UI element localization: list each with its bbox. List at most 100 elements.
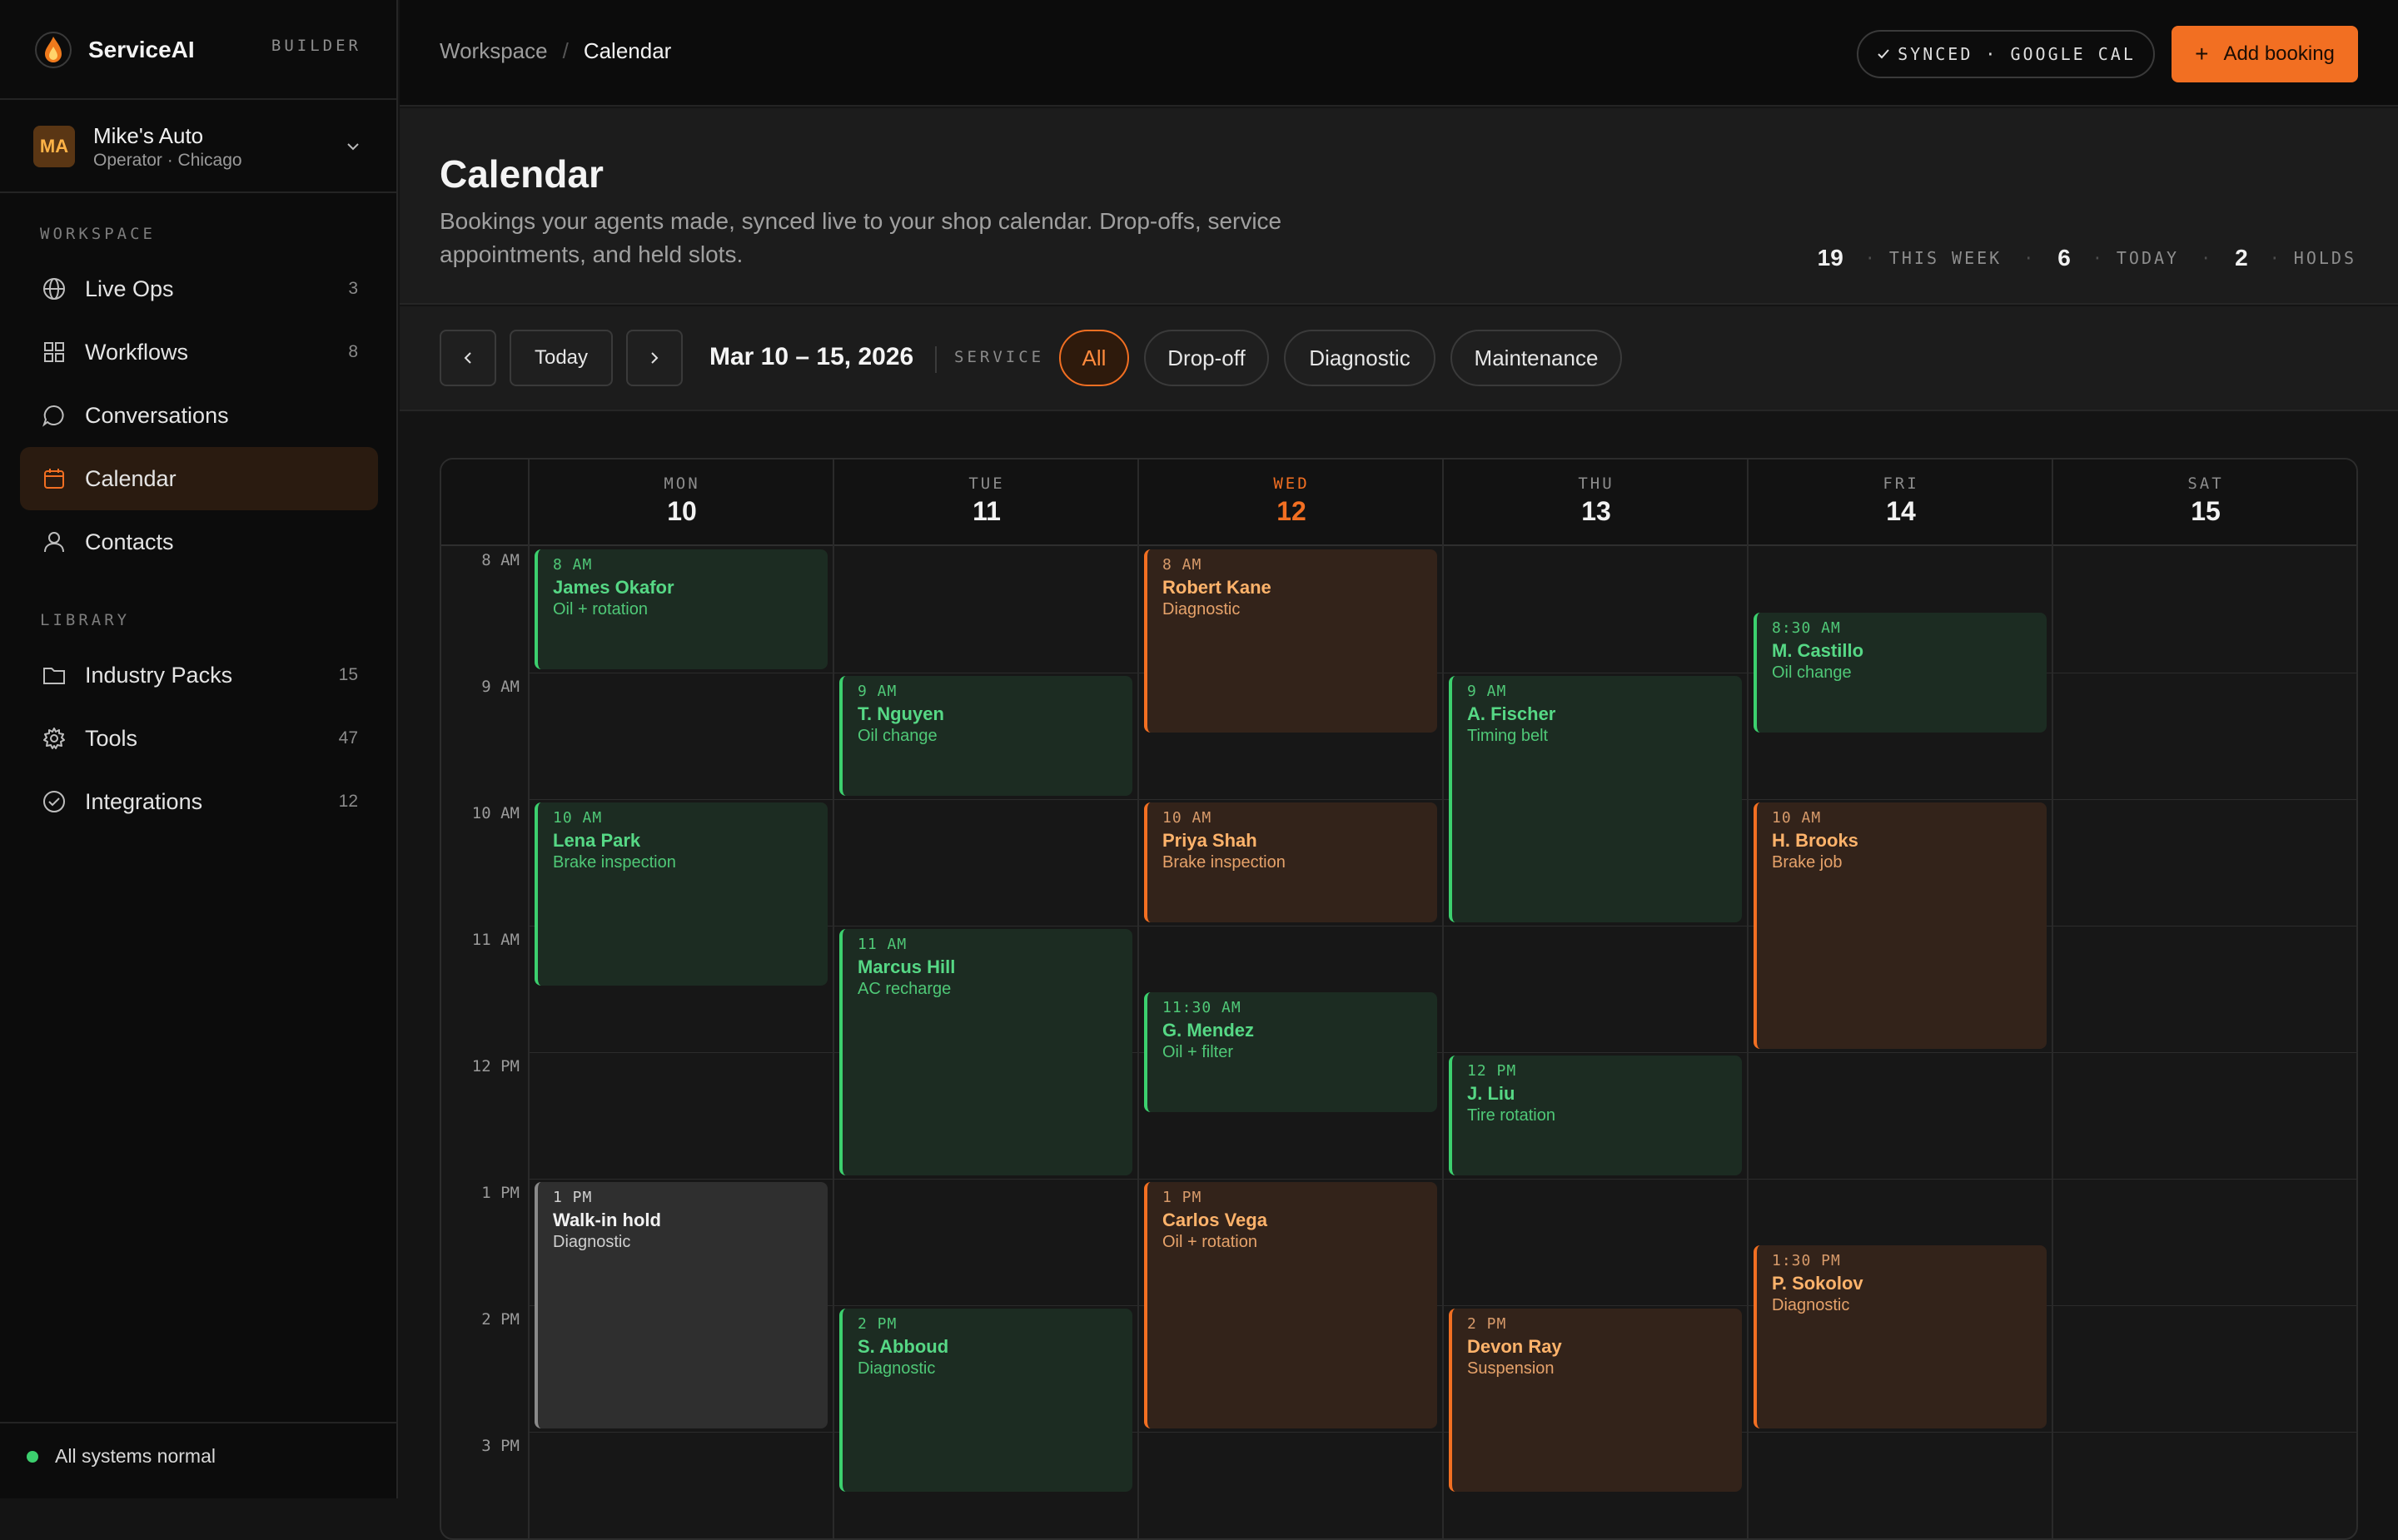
booking-card[interactable]: 12 PM J. Liu Tire rotation bbox=[1449, 1056, 1742, 1175]
booking-customer: H. Brooks bbox=[1772, 830, 1858, 851]
booking-card[interactable]: 9 AM A. Fischer Timing belt bbox=[1449, 676, 1742, 922]
day-column-divider bbox=[1137, 460, 1139, 1538]
org-switcher[interactable]: MA Mike's Auto Operator · Chicago bbox=[33, 122, 365, 170]
booking-service: Oil change bbox=[858, 727, 938, 745]
day-column-divider bbox=[833, 460, 834, 1538]
booking-customer: Devon Ray bbox=[1467, 1336, 1562, 1357]
booking-customer: M. Castillo bbox=[1772, 640, 1864, 661]
day-abbr: TUE bbox=[968, 474, 1005, 493]
booking-card[interactable]: 11:30 AM G. Mendez Oil + filter bbox=[1144, 992, 1437, 1112]
booking-customer: Carlos Vega bbox=[1162, 1210, 1267, 1230]
day-header-wed[interactable]: WED 12 bbox=[1139, 460, 1444, 546]
booking-card[interactable]: 8 AM James Okafor Oil + rotation bbox=[535, 549, 828, 669]
add-booking-button[interactable]: + Add booking bbox=[2172, 26, 2358, 82]
booking-time: 9 AM bbox=[858, 683, 898, 700]
sidebar-item-count: 8 bbox=[348, 342, 358, 361]
booking-card[interactable]: 1 PM Walk-in hold Diagnostic bbox=[535, 1182, 828, 1428]
booking-time: 10 AM bbox=[553, 809, 603, 827]
org-subtitle: Operator · Chicago bbox=[93, 150, 242, 170]
prev-week-button[interactable] bbox=[440, 330, 496, 386]
booking-card[interactable]: 8:30 AM M. Castillo Oil change bbox=[1754, 613, 2047, 733]
sidebar-item-label: Conversations bbox=[85, 402, 229, 428]
booking-customer: Priya Shah bbox=[1162, 830, 1257, 851]
sidebar-item-count: 47 bbox=[338, 728, 358, 748]
sidebar-item-live-ops[interactable]: Live Ops 3 bbox=[20, 257, 378, 320]
calendar-icon bbox=[40, 464, 68, 493]
section-label-workspace: WORKSPACE bbox=[40, 225, 156, 243]
org-name: Mike's Auto bbox=[93, 122, 204, 148]
filter-all[interactable]: All bbox=[1059, 330, 1129, 386]
sidebar-item-integrations[interactable]: Integrations 12 bbox=[20, 770, 378, 833]
booking-card[interactable]: 1 PM Carlos Vega Oil + rotation bbox=[1144, 1182, 1437, 1428]
today-button[interactable]: Today bbox=[510, 330, 613, 386]
stat-holds-label: HOLDS bbox=[2293, 248, 2356, 268]
day-number: 15 bbox=[2191, 496, 2221, 526]
booking-card[interactable]: 9 AM T. Nguyen Oil change bbox=[839, 676, 1132, 796]
divider bbox=[935, 346, 937, 373]
day-number: 14 bbox=[1886, 496, 1916, 526]
next-week-button[interactable] bbox=[626, 330, 683, 386]
sidebar-item-count: 3 bbox=[348, 279, 358, 298]
booking-time: 9 AM bbox=[1467, 683, 1507, 700]
booking-service: Brake inspection bbox=[1162, 853, 1286, 872]
divider bbox=[0, 191, 396, 193]
day-header-fri[interactable]: FRI 14 bbox=[1749, 460, 2053, 546]
day-header-thu[interactable]: THU 13 bbox=[1444, 460, 1749, 546]
sidebar-item-label: Calendar bbox=[85, 465, 177, 491]
hour-label: 9 AM bbox=[481, 678, 520, 696]
booking-service: Oil + rotation bbox=[1162, 1233, 1257, 1251]
breadcrumb-workspace[interactable]: Workspace bbox=[440, 38, 548, 64]
filter-maintenance[interactable]: Maintenance bbox=[1450, 330, 1622, 386]
booking-card[interactable]: 2 PM Devon Ray Suspension bbox=[1449, 1309, 1742, 1492]
add-booking-label: Add booking bbox=[2223, 42, 2335, 65]
sidebar-item-calendar[interactable]: Calendar bbox=[20, 447, 378, 510]
day-header-sat[interactable]: SAT 15 bbox=[2053, 460, 2356, 546]
sidebar-item-workflows[interactable]: Workflows 8 bbox=[20, 320, 378, 384]
booking-card[interactable]: 10 AM Lena Park Brake inspection bbox=[535, 802, 828, 986]
stat-today-value: 6 bbox=[2057, 245, 2071, 271]
booking-card[interactable]: 1:30 PM P. Sokolov Diagnostic bbox=[1754, 1245, 2047, 1428]
booking-service: Suspension bbox=[1467, 1359, 1555, 1378]
sidebar: ServiceAI BUILDER MA Mike's Auto Operato… bbox=[0, 0, 398, 1498]
day-abbr: FRI bbox=[1883, 474, 1919, 493]
booking-customer: P. Sokolov bbox=[1772, 1273, 1863, 1294]
builder-badge: BUILDER bbox=[271, 37, 361, 55]
booking-time: 1 PM bbox=[553, 1189, 593, 1206]
booking-card[interactable]: 8 AM Robert Kane Diagnostic bbox=[1144, 549, 1437, 733]
stat-today-label: TODAY bbox=[2116, 248, 2180, 268]
filter-diagnostic[interactable]: Diagnostic bbox=[1284, 330, 1435, 386]
flame-logo-icon bbox=[35, 32, 72, 68]
day-number: 12 bbox=[1276, 496, 1306, 526]
sidebar-item-contacts[interactable]: Contacts bbox=[20, 510, 378, 574]
day-header-tue[interactable]: TUE 11 bbox=[834, 460, 1139, 546]
brand[interactable]: ServiceAI bbox=[33, 28, 195, 72]
booking-time: 11 AM bbox=[858, 936, 908, 953]
date-range: Mar 10 – 15, 2026 bbox=[709, 343, 914, 370]
breadcrumb: Workspace / Calendar bbox=[440, 38, 671, 64]
booking-card[interactable]: 10 AM Priya Shah Brake inspection bbox=[1144, 802, 1437, 922]
booking-customer: Marcus Hill bbox=[858, 956, 956, 977]
booking-customer: James Okafor bbox=[553, 577, 674, 598]
sidebar-item-tools[interactable]: Tools 47 bbox=[20, 707, 378, 770]
sidebar-item-conversations[interactable]: Conversations bbox=[20, 384, 378, 447]
day-header-mon[interactable]: MON 10 bbox=[530, 460, 834, 546]
hour-gridline bbox=[530, 1052, 2356, 1053]
booking-time: 1 PM bbox=[1162, 1189, 1202, 1206]
booking-card[interactable]: 10 AM H. Brooks Brake job bbox=[1754, 802, 2047, 1049]
breadcrumb-current: Calendar bbox=[583, 38, 672, 63]
sync-status-badge[interactable]: SYNCED · GOOGLE CAL bbox=[1857, 30, 2155, 78]
booking-customer: Lena Park bbox=[553, 830, 641, 851]
org-avatar: MA bbox=[33, 126, 75, 167]
hour-gridline bbox=[530, 1179, 2356, 1180]
booking-customer: A. Fischer bbox=[1467, 703, 1556, 724]
sidebar-item-count: 12 bbox=[338, 792, 358, 811]
booking-card[interactable]: 2 PM S. Abboud Diagnostic bbox=[839, 1309, 1132, 1492]
booking-service: Tire rotation bbox=[1467, 1106, 1555, 1125]
check-circle-icon bbox=[40, 787, 68, 816]
sidebar-item-industry-packs[interactable]: Industry Packs 15 bbox=[20, 643, 378, 707]
filter-drop-off[interactable]: Drop-off bbox=[1144, 330, 1269, 386]
booking-time: 8 AM bbox=[553, 556, 593, 574]
day-column-divider bbox=[2356, 460, 2358, 1540]
booking-customer: S. Abboud bbox=[858, 1336, 949, 1357]
booking-card[interactable]: 11 AM Marcus Hill AC recharge bbox=[839, 929, 1132, 1175]
